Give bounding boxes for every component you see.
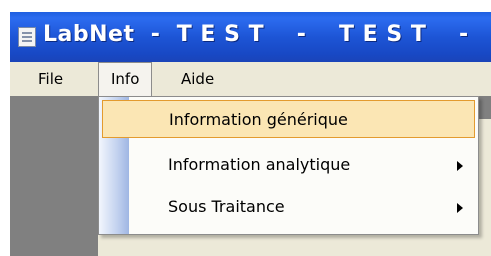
menu-bar: File Info Aide	[10, 62, 491, 97]
menu-item-label: Information analytique	[168, 155, 351, 174]
app-window: LabNet - T E S T - T E S T - File Info A…	[10, 12, 491, 256]
menu-aide[interactable]: Aide	[173, 62, 222, 96]
app-document-icon[interactable]	[18, 27, 36, 47]
submenu-arrow-icon	[457, 203, 463, 213]
window-title: LabNet - T E S T - T E S T -	[43, 22, 469, 47]
menu-item-information-analytique[interactable]: Information analytique	[102, 146, 475, 184]
menu-file[interactable]: File	[30, 62, 71, 96]
title-bar[interactable]: LabNet - T E S T - T E S T -	[10, 12, 491, 62]
menu-item-information-generique[interactable]: Information générique	[102, 100, 475, 138]
info-dropdown-menu: Information générique Information analyt…	[98, 96, 479, 235]
menu-item-label: Information générique	[169, 110, 348, 129]
menu-item-label: Sous Traitance	[168, 197, 285, 216]
menu-item-sous-traitance[interactable]: Sous Traitance	[102, 188, 475, 226]
menu-info[interactable]: Info	[98, 62, 153, 97]
mdi-background	[10, 96, 98, 256]
submenu-arrow-icon	[457, 161, 463, 171]
